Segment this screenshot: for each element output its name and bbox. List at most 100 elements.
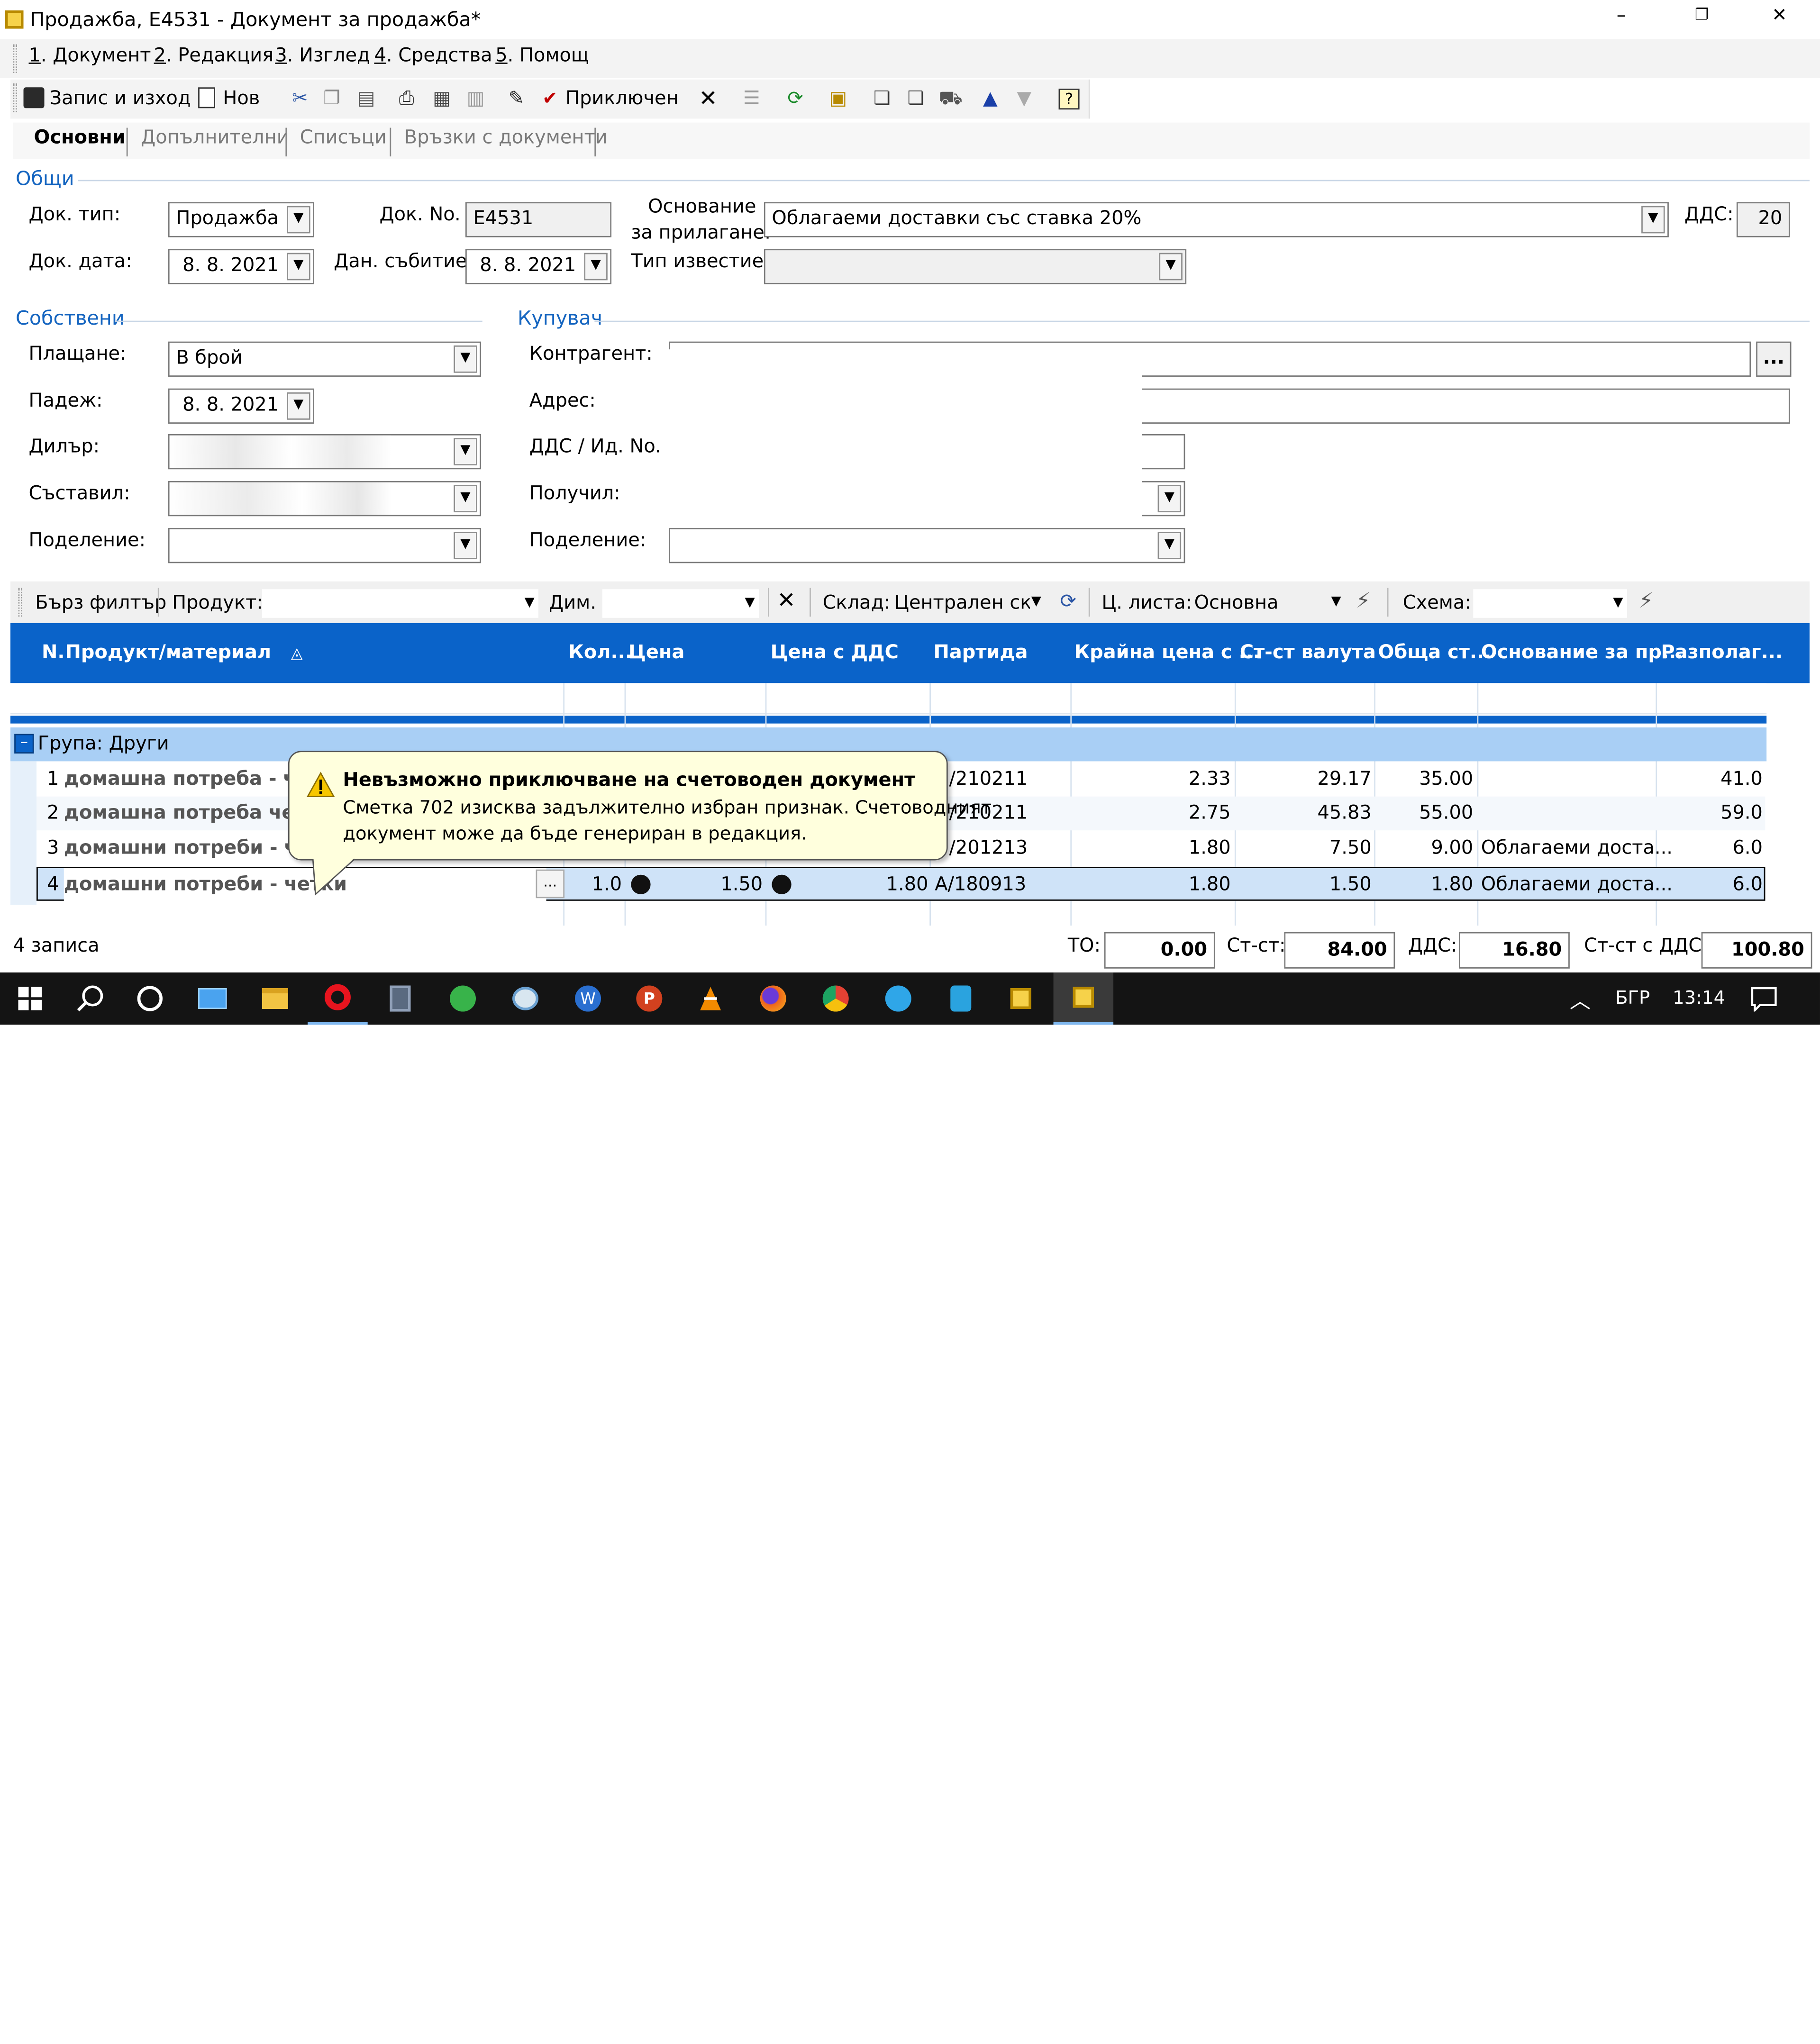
messenger-app-icon[interactable] [868,972,928,1025]
product-filter-input[interactable]: ▼ [262,589,539,618]
doc-date-picker[interactable]: 8. 8. 2021 ▼ [168,249,314,284]
scheme-run-icon[interactable]: ⚡ [1639,588,1654,613]
accounting-app-active-icon[interactable] [1053,972,1114,1025]
basis-select[interactable]: Облагаеми доставки със ставка 20% ▼ [764,202,1669,237]
close-icon[interactable]: ✕ [1772,5,1787,26]
chevron-down-icon[interactable]: ▼ [454,485,477,513]
print-preview-icon[interactable]: ▦ [433,81,451,118]
dealer-select[interactable]: ▼ [168,434,482,470]
row-available[interactable]: 41.0 [1658,763,1763,797]
column-header-final-price[interactable]: Крайна цена с ... [1074,623,1260,683]
chevron-down-icon[interactable]: ▼ [287,253,310,281]
row-available[interactable]: 59.0 [1658,797,1763,831]
chevron-down-icon[interactable]: ▼ [584,253,608,281]
own-division-select[interactable]: ▼ [168,528,482,563]
menu-help[interactable]: 5. Помощ [495,45,589,66]
dim-filter-input[interactable]: ▼ [602,589,759,618]
payment-select[interactable]: В брой ▼ [168,341,482,377]
new-button[interactable]: Нов [198,81,260,118]
column-header-price[interactable]: Цена [628,623,685,683]
grid-filter-row[interactable] [10,683,1767,715]
word-app-icon[interactable]: W [558,972,618,1025]
row-final-price[interactable]: 2.33 [1072,763,1231,797]
database-app-icon[interactable] [931,972,991,1025]
row-price[interactable]: 1.50 [661,868,763,902]
row-total[interactable]: 55.00 [1375,797,1473,831]
language-indicator[interactable]: БГР [1615,988,1650,1009]
accounting-app-icon[interactable] [991,972,1051,1025]
warehouse-refresh-icon[interactable]: ⟳ [1060,589,1076,613]
file-explorer-icon[interactable] [245,972,305,1025]
cart-icon[interactable]: ⛟ [939,81,963,118]
notifications-icon[interactable] [1734,972,1794,1025]
column-header-available[interactable]: Разполаг... [1661,623,1783,683]
calculator-app-icon[interactable] [370,972,430,1025]
menu-edit[interactable]: 2. Редакция [154,45,274,66]
column-header-price-vat[interactable]: Цена с ДДС [771,623,899,683]
column-header-product[interactable]: Продукт/материал ◬ [65,623,303,683]
chevron-up-icon[interactable]: ︿ [1570,983,1591,1014]
copy-icon[interactable]: ❐ [323,81,340,118]
composer-select[interactable]: ▼ [168,481,482,517]
chevron-down-icon[interactable]: ▼ [1641,206,1665,234]
row-batch[interactable]: /201213 [949,832,1028,866]
row-cost-currency[interactable]: 1.50 [1236,868,1372,902]
opera-browser-icon[interactable] [308,972,368,1025]
tab-additional[interactable]: Допълнителни [141,128,289,149]
search-icon[interactable] [60,972,120,1025]
warehouse-select[interactable]: Централен скл [894,593,1030,614]
column-header-cost-currency[interactable]: Ст-ст валута [1240,623,1376,683]
chevron-down-icon[interactable]: ▼ [287,206,310,234]
edit-document-icon[interactable]: ✎ [509,81,524,118]
row-basis[interactable]: Облагаеми доста... [1481,868,1673,902]
chevron-down-icon[interactable]: ▼ [1331,594,1341,609]
row-available[interactable]: 6.0 [1658,832,1763,866]
paste-icon[interactable]: ▤ [357,81,375,118]
row-final-price[interactable]: 2.75 [1072,797,1231,831]
row-cost-currency[interactable]: 29.17 [1236,763,1372,797]
chevron-down-icon[interactable]: ▼ [454,345,477,373]
chevron-down-icon[interactable]: ▼ [287,392,310,420]
document-copy-icon[interactable]: ❏ [907,81,924,118]
row-final-price[interactable]: 1.80 [1072,832,1231,866]
table-row-selected[interactable]: 4 домашни потреби - четки ... 1.0 1.50 1… [36,867,1765,902]
row-price-vat[interactable]: 1.80 [802,868,928,902]
row-batch[interactable]: /210211 [949,763,1028,797]
arrow-up-icon[interactable]: ▲ [983,81,998,118]
row-final-price[interactable]: 1.80 [1072,868,1231,902]
finished-button[interactable]: ✔ Приключен [542,81,678,118]
clock[interactable]: 13:14 [1673,988,1725,1009]
chevron-down-icon[interactable]: ▼ [1613,589,1623,618]
windows-start-icon[interactable] [0,972,60,1025]
row-quantity[interactable]: 1.0 [567,868,622,902]
row-browse-button[interactable]: ... [536,869,565,899]
chevron-down-icon[interactable]: ▼ [1031,594,1041,609]
column-header-n[interactable]: N. [42,623,65,683]
column-header-batch[interactable]: Партида [934,623,1028,683]
list-icon[interactable]: ☰ [743,81,760,118]
row-cost-currency[interactable]: 7.50 [1236,832,1372,866]
contractor-browse-button[interactable]: ... [1756,341,1792,377]
tax-event-picker[interactable]: 8. 8. 2021 ▼ [465,249,612,284]
chevron-down-icon[interactable]: ▼ [1157,485,1182,513]
chevron-down-icon[interactable]: ▼ [1159,253,1183,281]
save-exit-button[interactable]: Запис и изход [23,81,191,118]
row-total[interactable]: 9.00 [1375,832,1473,866]
doc-type-select[interactable]: Продажба ▼ [168,202,314,237]
collapse-group-icon[interactable]: – [14,734,34,754]
row-batch[interactable]: А/180913 [935,868,1026,902]
doc-no-field[interactable]: Е4531 [465,202,612,237]
chevron-down-icon[interactable]: ▼ [1157,532,1182,560]
column-header-qty[interactable]: Кол... [568,623,632,683]
minimize-icon[interactable]: – [1617,5,1626,26]
pricelist-run-icon[interactable]: ⚡ [1356,588,1371,613]
firefox-browser-icon[interactable] [743,972,803,1025]
menu-document[interactable]: 1. Документ [29,45,151,66]
arrow-down-icon[interactable]: ▼ [1017,81,1032,118]
row-basis[interactable]: Облагаеми доста... [1481,832,1673,866]
vlc-player-icon[interactable] [681,972,741,1025]
row-total[interactable]: 1.80 [1375,868,1473,902]
restore-icon[interactable]: ❐ [1695,5,1709,24]
paint-app-icon[interactable] [495,972,555,1025]
documents-icon[interactable]: ❏ [874,81,891,118]
